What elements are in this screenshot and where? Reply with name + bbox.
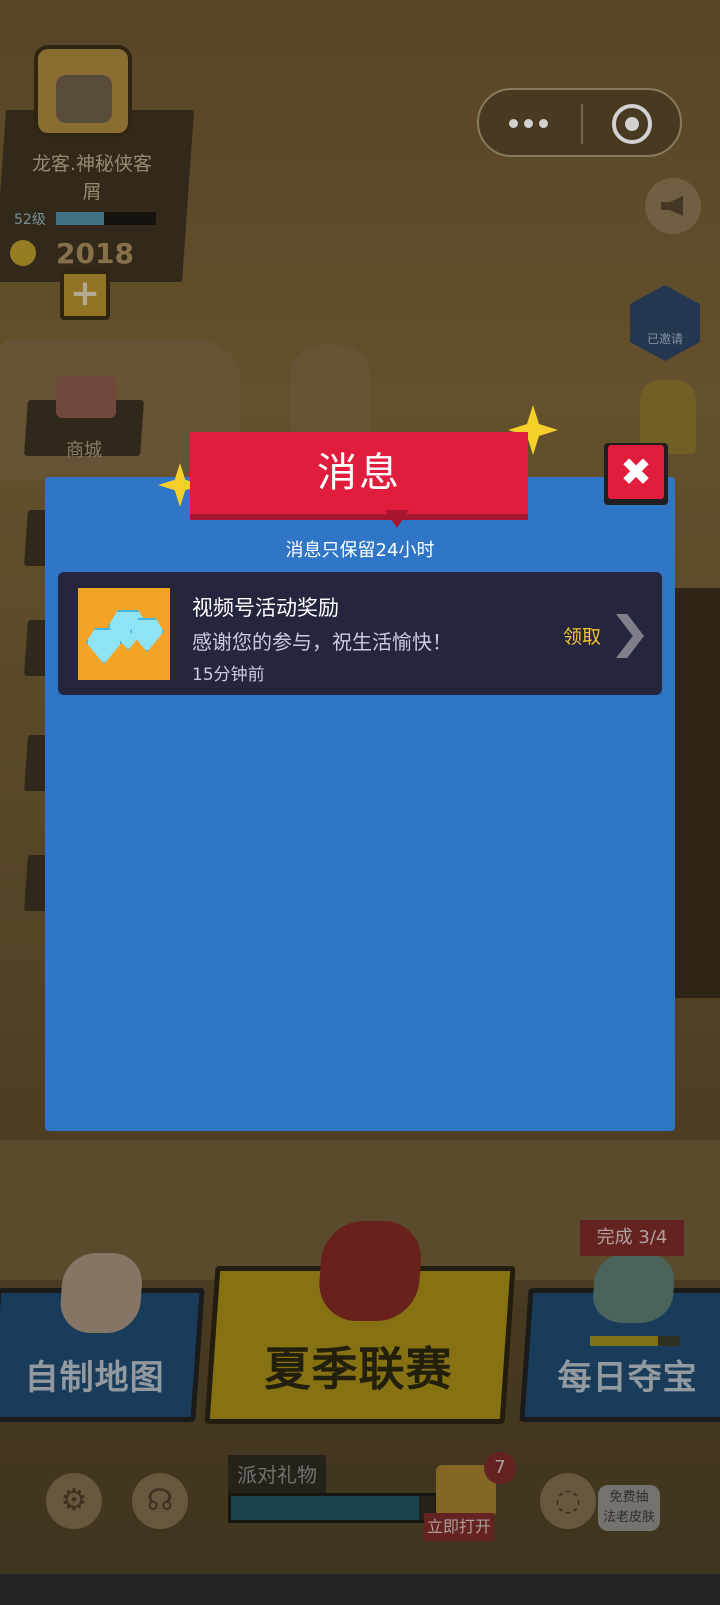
- dialog-subtitle: 消息只保留24小时: [285, 540, 435, 561]
- dialog-title: 消息: [317, 450, 401, 496]
- message-title: 视频号活动奖励: [192, 596, 339, 620]
- message-item[interactable]: 视频号活动奖励 感谢您的参与，祝生活愉快！ 15分钟前 领取: [58, 572, 662, 695]
- chevron-right-icon[interactable]: [616, 614, 644, 658]
- message-body: 感谢您的参与，祝生活愉快！: [192, 630, 452, 654]
- message-time: 15分钟前: [192, 665, 265, 685]
- claim-button[interactable]: 领取: [563, 622, 601, 649]
- close-x-icon: ✖: [608, 445, 664, 499]
- close-button[interactable]: ✖: [604, 443, 668, 505]
- diamond-gems-icon: [78, 588, 170, 680]
